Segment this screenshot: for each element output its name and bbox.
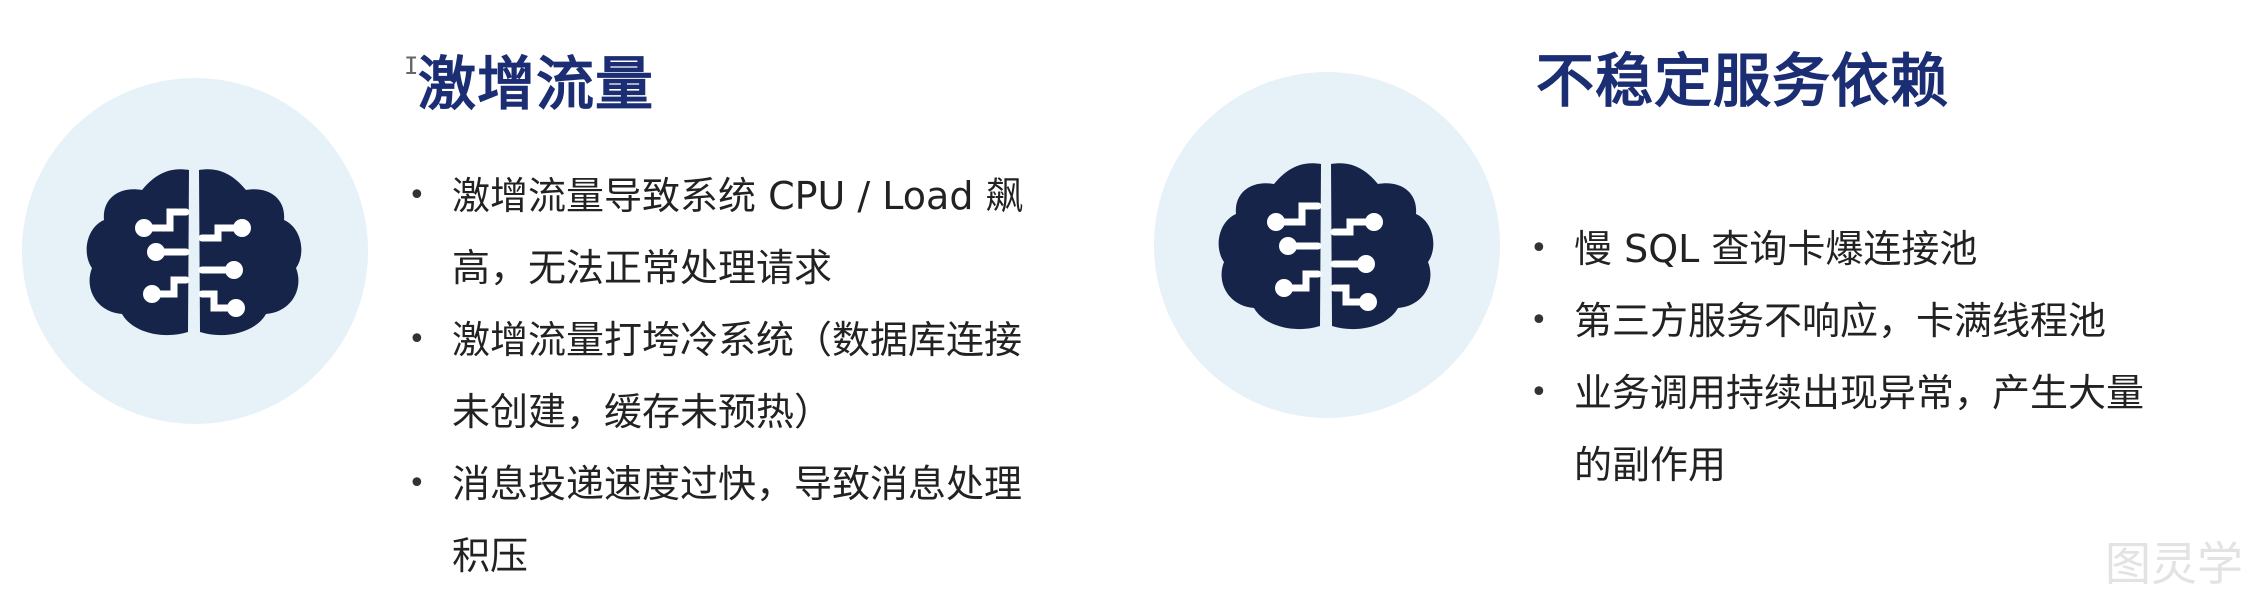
brain-circuit-icon — [86, 169, 302, 336]
right-bullet-1: 慢 SQL 查询卡爆连接池 — [1530, 213, 2144, 285]
left-title: 激增流量 — [418, 50, 655, 118]
watermark: 图灵学 — [2105, 537, 2243, 591]
right-title: 不稳定服务依赖 — [1536, 47, 1950, 115]
right-bullet-2: 第三方服务不响应，卡满线程池 — [1530, 285, 2144, 357]
left-bullet-list: 激增流量导致系统 CPU / Load 飙 高，无法正常处理请求 激增流量打垮冷… — [408, 160, 1024, 592]
text-cursor: I — [404, 52, 419, 80]
bullet-line: 消息投递速度过快，导致消息处理 — [452, 462, 1023, 506]
left-bullet-3: 消息投递速度过快，导致消息处理 积压 — [408, 448, 1024, 592]
bullet-line: 高，无法正常处理请求 — [452, 246, 833, 290]
bullet-line: 业务调用持续出现异常，产生大量 — [1574, 371, 2145, 415]
brain-circuit-icon — [1218, 163, 1434, 330]
left-bullet-2: 激增流量打垮冷系统（数据库连接 未创建，缓存未预热） — [408, 304, 1024, 448]
bullet-line: 激增流量打垮冷系统（数据库连接 — [452, 318, 1023, 362]
bullet-line: 慢 SQL 查询卡爆连接池 — [1574, 227, 1978, 271]
bullet-line: 第三方服务不响应，卡满线程池 — [1574, 299, 2107, 343]
bullet-line: 激增流量导致系统 CPU / Load 飙 — [452, 174, 1024, 218]
bullet-line: 未创建，缓存未预热） — [452, 390, 833, 434]
bullet-line: 积压 — [452, 534, 529, 578]
bullet-line: 的副作用 — [1574, 443, 1727, 487]
right-bullet-list: 慢 SQL 查询卡爆连接池 第三方服务不响应，卡满线程池 业务调用持续出现异常，… — [1530, 213, 2144, 501]
left-bullet-1: 激增流量导致系统 CPU / Load 飙 高，无法正常处理请求 — [408, 160, 1024, 304]
right-bullet-3: 业务调用持续出现异常，产生大量 的副作用 — [1530, 357, 2144, 501]
